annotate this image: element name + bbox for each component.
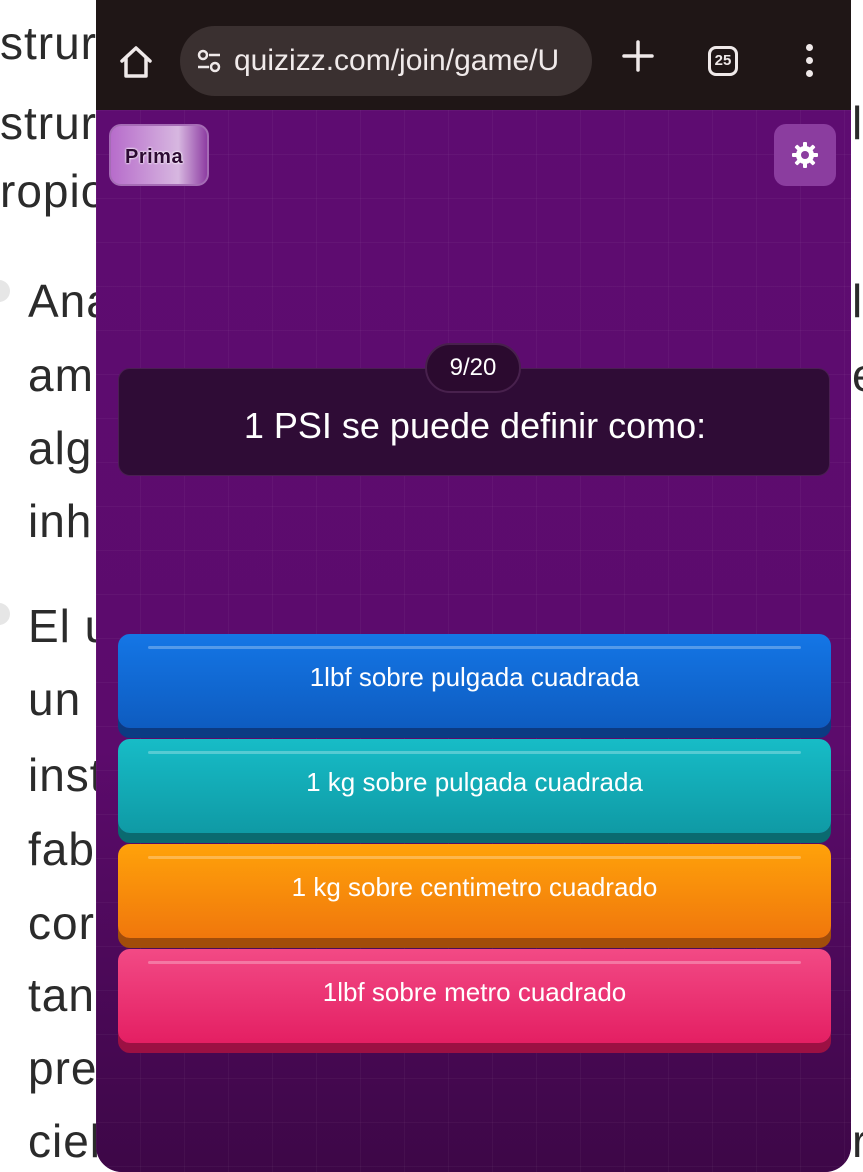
tab-switcher-button[interactable]: 25 — [708, 46, 738, 76]
answer-option-2[interactable]: 1 kg sobre pulgada cuadrada — [118, 739, 831, 833]
plus-icon — [622, 40, 654, 72]
doc-text-fragment: r — [852, 1115, 863, 1167]
doc-text-line: strur — [0, 17, 97, 69]
browser-window: quizizz.com/join/game/U 25 Prima 1 PSI s… — [96, 0, 851, 1172]
tab-count: 25 — [714, 52, 732, 69]
gear-icon — [792, 142, 818, 168]
browser-toolbar: quizizz.com/join/game/U 25 — [96, 0, 851, 110]
answer-option-label: 1 kg sobre centimetro cuadrado — [291, 872, 658, 902]
address-bar[interactable]: quizizz.com/join/game/U — [180, 26, 592, 96]
answer-option-label: 1lbf sobre metro cuadrado — [322, 977, 627, 1007]
question-text: 1 PSI se puede definir como: — [243, 405, 707, 446]
doc-text-line: am — [28, 349, 94, 401]
prima-badge[interactable]: Prima — [109, 124, 209, 186]
doc-text-line: fab — [28, 823, 95, 875]
url-text[interactable]: quizizz.com/join/game/U — [234, 44, 559, 78]
new-tab-button[interactable] — [618, 36, 658, 76]
question-counter: 9/20 — [425, 343, 521, 393]
doc-bullet — [0, 603, 10, 625]
doc-text-line: tan — [28, 969, 95, 1021]
answer-option-3[interactable]: 1 kg sobre centimetro cuadrado — [118, 844, 831, 938]
tune-icon[interactable] — [196, 48, 222, 74]
more-vert-icon[interactable] — [803, 44, 815, 78]
home-icon — [120, 46, 152, 78]
doc-text-line: un — [28, 673, 82, 725]
option-shine — [148, 961, 801, 964]
doc-text-fragment: e — [852, 352, 863, 398]
option-shine — [148, 856, 801, 859]
doc-text-line: ropio — [0, 165, 108, 217]
doc-text-fragment: l — [852, 97, 863, 149]
quiz-content: Prima 1 PSI se puede definir como: 9/20 … — [96, 110, 851, 1172]
doc-text-fragment: l — [852, 275, 863, 327]
answer-option-label: 1 kg sobre pulgada cuadrada — [306, 767, 643, 797]
settings-button[interactable] — [774, 124, 836, 186]
answer-option-label: 1lbf sobre pulgada cuadrada — [309, 662, 640, 692]
home-button[interactable] — [116, 42, 156, 82]
answer-option-4[interactable]: 1lbf sobre metro cuadrado — [118, 949, 831, 1043]
option-shine — [148, 751, 801, 754]
doc-text-line: strur — [0, 97, 97, 149]
doc-text-line: inh — [28, 495, 93, 547]
option-shine — [148, 646, 801, 649]
doc-text-line: inst — [28, 749, 104, 801]
doc-bullet — [0, 280, 10, 302]
doc-text-line: cor — [28, 897, 95, 949]
doc-text-line: alg — [28, 422, 93, 474]
answer-option-1[interactable]: 1lbf sobre pulgada cuadrada — [118, 634, 831, 728]
prima-label: Prima — [125, 146, 184, 168]
doc-text-line: ciel — [28, 1115, 102, 1167]
doc-text-line: pre — [28, 1042, 98, 1094]
